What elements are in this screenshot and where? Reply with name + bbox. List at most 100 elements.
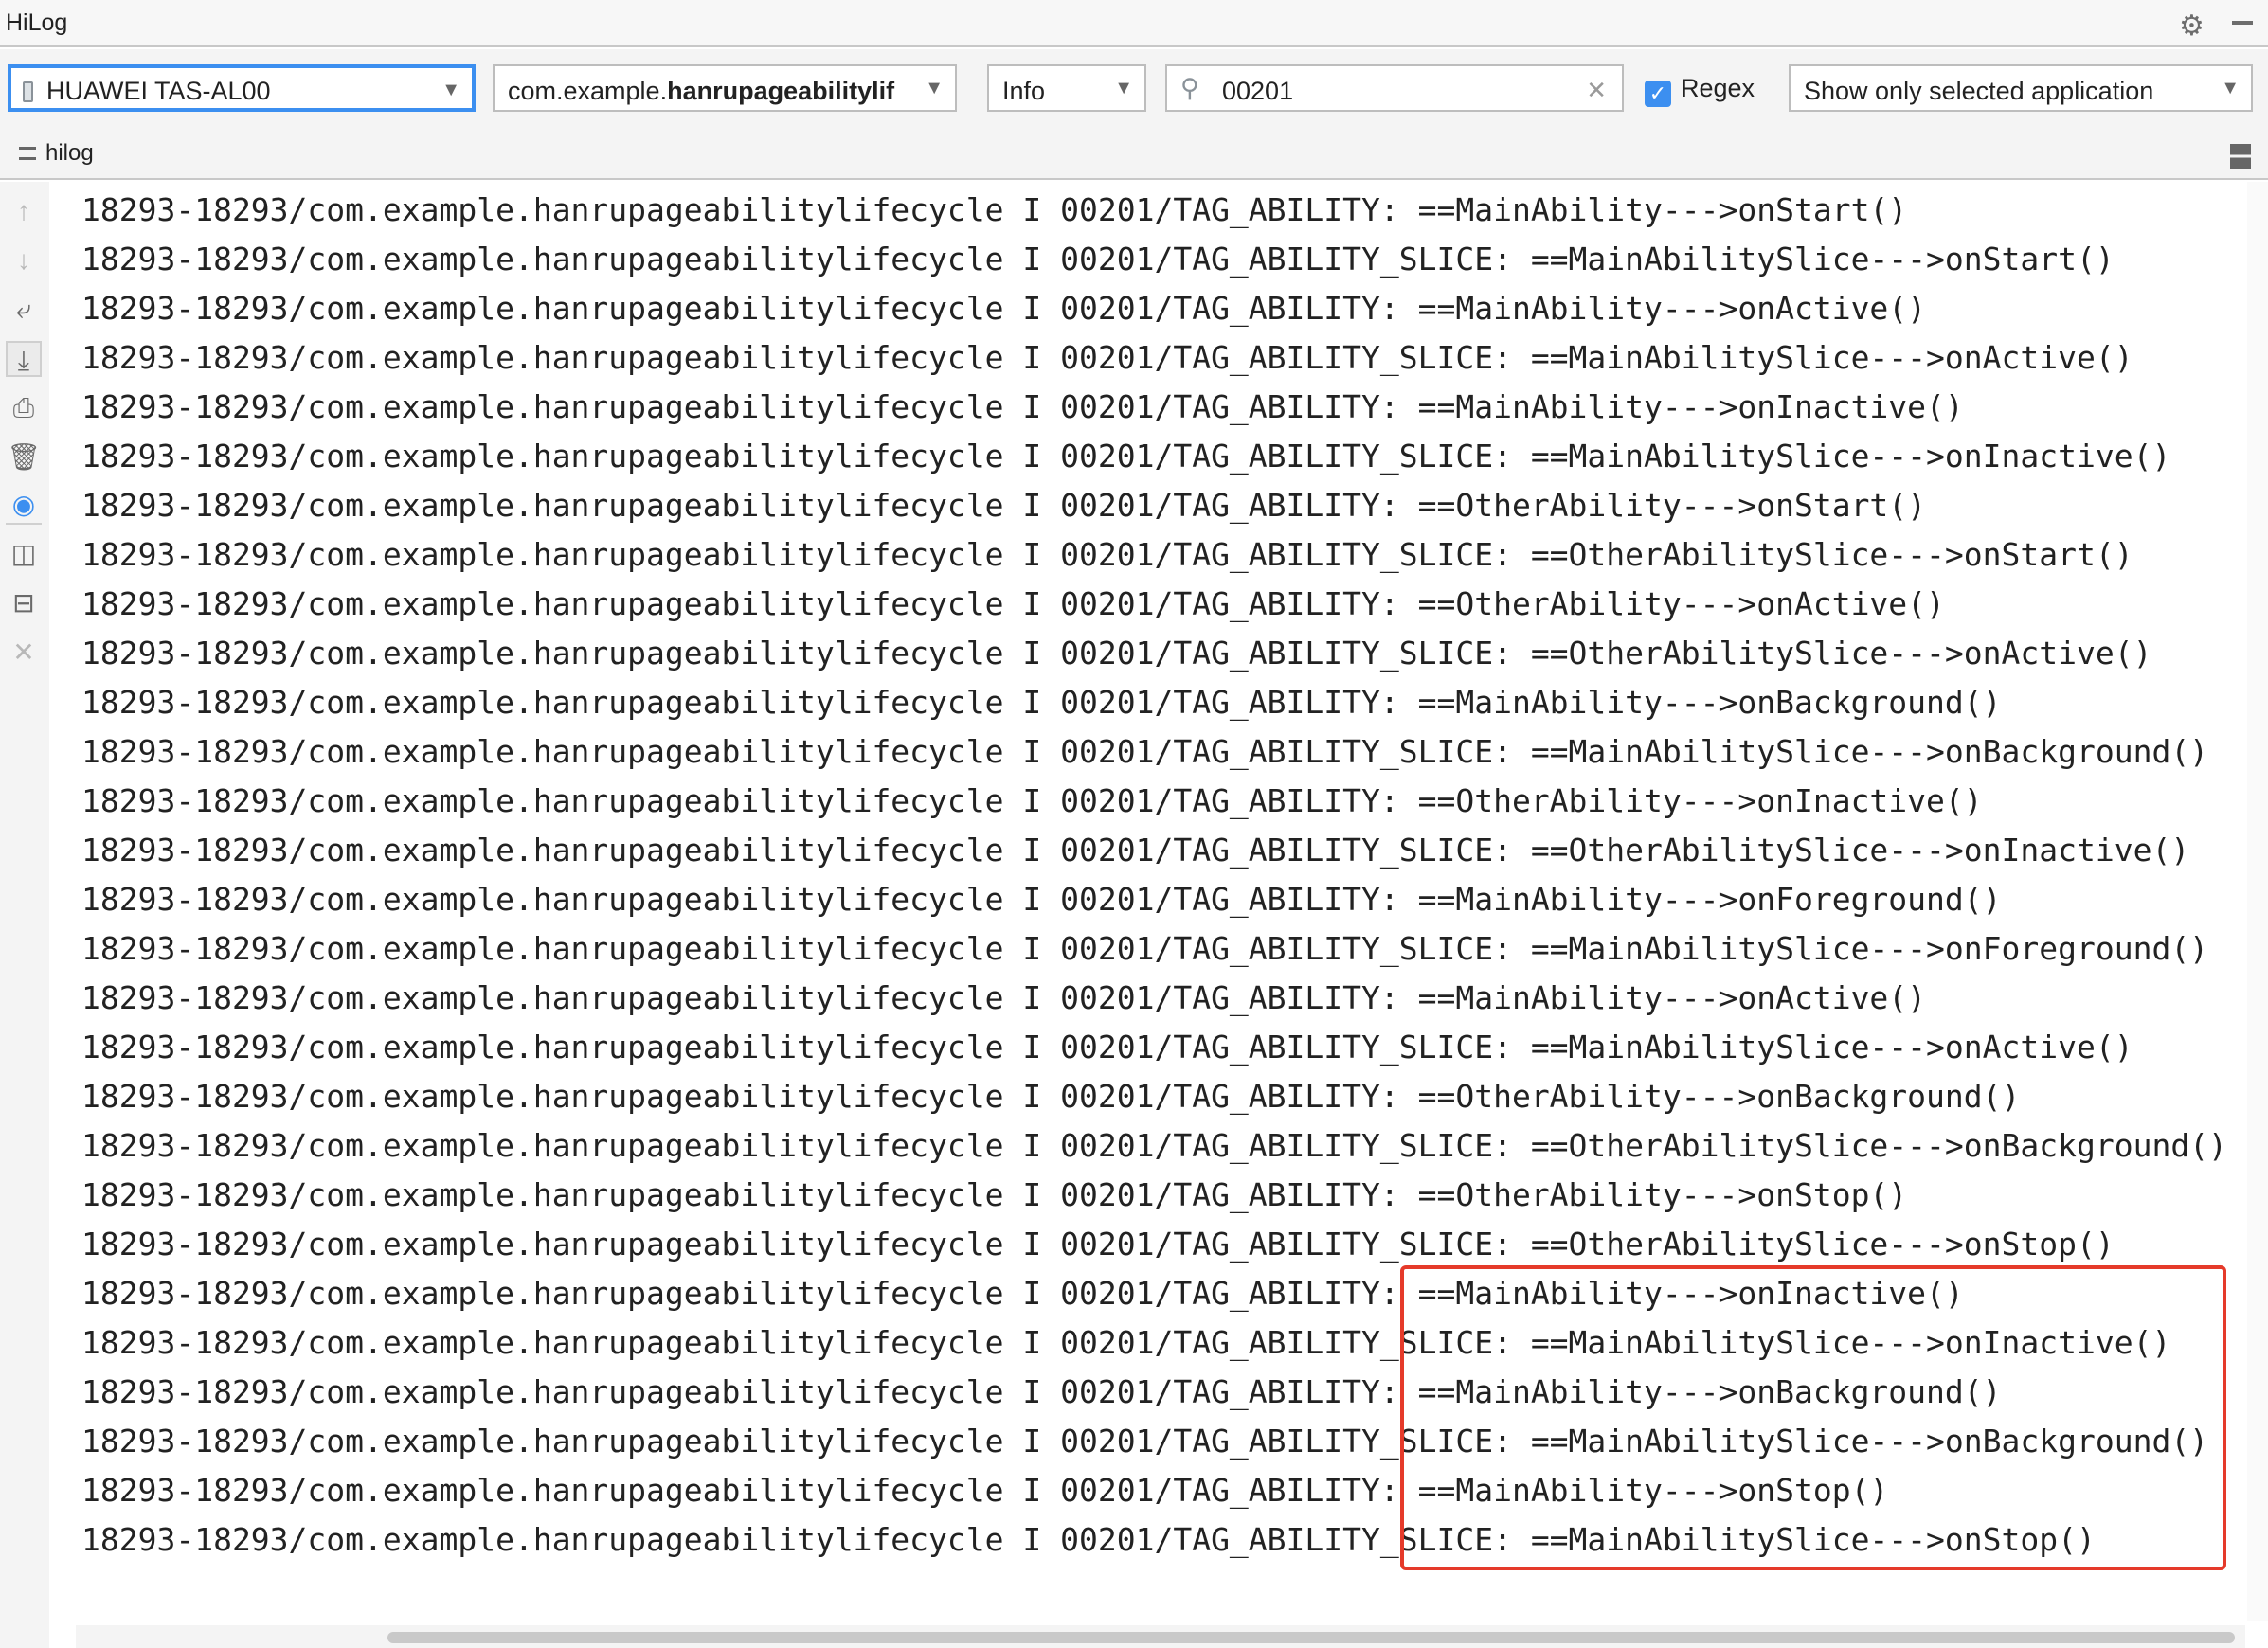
log-prefix: 18293-18293/com.example.hanrupageability… [81, 684, 1174, 721]
log-level-dropdown[interactable]: Info ▼ [987, 64, 1146, 112]
log-prefix: 18293-18293/com.example.hanrupageability… [81, 782, 1174, 819]
filter-dropdown[interactable]: Show only selected application ▼ [1789, 64, 2253, 112]
horizontal-scrollbar[interactable] [76, 1625, 2245, 1648]
search-icon[interactable]: ⚲ [1180, 74, 1199, 103]
log-message: TAG_ABILITY_SLICE: ==MainAbilitySlice---… [1173, 339, 2133, 376]
log-line: 18293-18293/com.example.hanrupageability… [81, 432, 2227, 481]
sidebar-divider [6, 523, 42, 525]
log-message: TAG_ABILITY: ==OtherAbility--->onStop() [1173, 1176, 1908, 1213]
checkbox-checked-icon[interactable]: ✓ [1645, 81, 1671, 107]
log-prefix: 18293-18293/com.example.hanrupageability… [81, 536, 1174, 573]
log-prefix: 18293-18293/com.example.hanrupageability… [81, 733, 1174, 770]
chevron-down-icon: ▼ [919, 78, 944, 99]
log-prefix: 18293-18293/com.example.hanrupageability… [81, 881, 1174, 918]
log-line: 18293-18293/com.example.hanrupageability… [81, 1171, 2227, 1220]
log-line: 18293-18293/com.example.hanrupageability… [81, 333, 2227, 383]
log-prefix: 18293-18293/com.example.hanrupageability… [81, 1275, 1174, 1312]
log-message: TAG_ABILITY: ==MainAbility--->onActive() [1173, 290, 1927, 327]
app-name: hanrupageabilitylif [667, 77, 895, 105]
log-prefix: 18293-18293/com.example.hanrupageability… [81, 1078, 1174, 1115]
log-line: 18293-18293/com.example.hanrupageability… [81, 1121, 2227, 1171]
log-message: TAG_ABILITY_SLICE: ==MainAbilitySlice---… [1173, 930, 2209, 967]
phone-icon [23, 81, 33, 102]
log-line: 18293-18293/com.example.hanrupageability… [81, 383, 2227, 432]
log-prefix: 18293-18293/com.example.hanrupageability… [81, 585, 1174, 622]
log-message: TAG_ABILITY: ==MainAbility--->onForegrou… [1173, 881, 2002, 918]
log-prefix: 18293-18293/com.example.hanrupageability… [81, 930, 1174, 967]
log-prefix: 18293-18293/com.example.hanrupageability… [81, 1226, 1174, 1263]
search-input[interactable]: ⚲ 00201 ✕ [1165, 64, 1624, 112]
log-message: TAG_ABILITY_SLICE: ==OtherAbilitySlice--… [1173, 635, 2152, 672]
scroll-to-end-icon[interactable]: ⤓ [6, 341, 42, 377]
filter-value: Show only selected application [1804, 77, 2154, 105]
regex-checkbox[interactable]: ✓ Regex [1645, 74, 1755, 107]
split-horizontal-icon[interactable]: ⊟ [6, 585, 42, 621]
log-prefix: 18293-18293/com.example.hanrupageability… [81, 1423, 1174, 1460]
print-icon[interactable]: ⎙ [6, 390, 42, 426]
log-line: 18293-18293/com.example.hanrupageability… [81, 481, 2227, 530]
log-line: 18293-18293/com.example.hanrupageability… [81, 530, 2227, 580]
gear-icon[interactable]: ⚙ [2179, 9, 2205, 43]
log-message: TAG_ABILITY_SLICE: ==OtherAbilitySlice--… [1173, 832, 2190, 869]
log-message: TAG_ABILITY: ==OtherAbility--->onActive(… [1173, 585, 1945, 622]
title-bar: HiLog ⚙ [0, 0, 2268, 47]
log-line: 18293-18293/com.example.hanrupageability… [81, 974, 2227, 1023]
log-prefix: 18293-18293/com.example.hanrupageability… [81, 290, 1174, 327]
split-vertical-icon[interactable]: ◫ [6, 536, 42, 572]
log-message: TAG_ABILITY_SLICE: ==MainAbilitySlice---… [1173, 733, 2209, 770]
highlight-box [1400, 1265, 2226, 1570]
log-line: 18293-18293/com.example.hanrupageability… [81, 678, 2227, 727]
log-message: TAG_ABILITY: ==OtherAbility--->onInactiv… [1173, 782, 1983, 819]
log-message: TAG_ABILITY_SLICE: ==OtherAbilitySlice--… [1173, 1226, 2115, 1263]
toolbar: HUAWEI TAS-AL00 ▼ com.example.hanrupagea… [0, 49, 2268, 180]
log-prefix: 18293-18293/com.example.hanrupageability… [81, 1324, 1174, 1361]
vertical-scrollbar[interactable] [2247, 182, 2268, 1621]
close-icon[interactable]: ✕ [6, 635, 42, 671]
log-line: 18293-18293/com.example.hanrupageability… [81, 1220, 2227, 1269]
log-level-value: Info [1002, 77, 1046, 105]
log-line: 18293-18293/com.example.hanrupageability… [81, 924, 2227, 974]
search-value: 00201 [1222, 77, 1294, 105]
trash-icon[interactable]: 🗑 [6, 439, 42, 475]
log-prefix: 18293-18293/com.example.hanrupageability… [81, 191, 1174, 228]
window-title: HiLog [6, 9, 68, 36]
device-value: HUAWEI TAS-AL00 [46, 77, 271, 105]
log-line: 18293-18293/com.example.hanrupageability… [81, 826, 2227, 875]
hilog-tab[interactable]: hilog [19, 140, 94, 167]
log-message: TAG_ABILITY_SLICE: ==MainAbilitySlice---… [1173, 241, 2115, 278]
log-line: 18293-18293/com.example.hanrupageability… [81, 727, 2227, 777]
log-message: TAG_ABILITY_SLICE: ==OtherAbilitySlice--… [1173, 1127, 2227, 1164]
log-prefix: 18293-18293/com.example.hanrupageability… [81, 241, 1174, 278]
log-prefix: 18293-18293/com.example.hanrupageability… [81, 832, 1174, 869]
log-prefix: 18293-18293/com.example.hanrupageability… [81, 388, 1174, 425]
device-dropdown[interactable]: HUAWEI TAS-AL00 ▼ [8, 64, 476, 112]
log-prefix: 18293-18293/com.example.hanrupageability… [81, 1127, 1174, 1164]
log-message: TAG_ABILITY: ==MainAbility--->onBackgrou… [1173, 684, 2002, 721]
minimize-icon[interactable] [2232, 21, 2253, 25]
scrollbar-thumb[interactable] [387, 1632, 2235, 1643]
camera-icon[interactable]: ◉ [6, 487, 42, 523]
log-prefix: 18293-18293/com.example.hanrupageability… [81, 1472, 1174, 1509]
log-message: TAG_ABILITY_SLICE: ==MainAbilitySlice---… [1173, 1029, 2133, 1066]
arrow-up-icon[interactable]: ↑ [6, 193, 42, 229]
log-message: TAG_ABILITY: ==MainAbility--->onInactive… [1173, 388, 1964, 425]
log-line: 18293-18293/com.example.hanrupageability… [81, 1023, 2227, 1072]
log-prefix: 18293-18293/com.example.hanrupageability… [81, 1029, 1174, 1066]
log-message: TAG_ABILITY: ==MainAbility--->onActive() [1173, 979, 1927, 1016]
log-message: TAG_ABILITY: ==MainAbility--->onStart() [1173, 191, 1908, 228]
arrow-down-icon[interactable]: ↓ [6, 242, 42, 278]
soft-wrap-icon[interactable]: ⤶ [6, 292, 42, 328]
chevron-down-icon: ▼ [2221, 78, 2240, 99]
log-line: 18293-18293/com.example.hanrupageability… [81, 629, 2227, 678]
log-message: TAG_ABILITY: ==OtherAbility--->onStart() [1173, 487, 1927, 524]
app-prefix: com.example. [508, 77, 668, 105]
log-line: 18293-18293/com.example.hanrupageability… [81, 777, 2227, 826]
layout-icon[interactable] [2230, 144, 2251, 169]
clear-icon[interactable]: ✕ [1586, 76, 1607, 105]
chevron-down-icon: ▼ [1114, 78, 1133, 99]
app-dropdown[interactable]: com.example.hanrupageabilitylif ▼ [493, 64, 957, 112]
log-message: TAG_ABILITY_SLICE: ==MainAbilitySlice---… [1173, 438, 2171, 475]
log-prefix: 18293-18293/com.example.hanrupageability… [81, 438, 1174, 475]
log-line: 18293-18293/com.example.hanrupageability… [81, 284, 2227, 333]
list-icon [19, 147, 36, 160]
